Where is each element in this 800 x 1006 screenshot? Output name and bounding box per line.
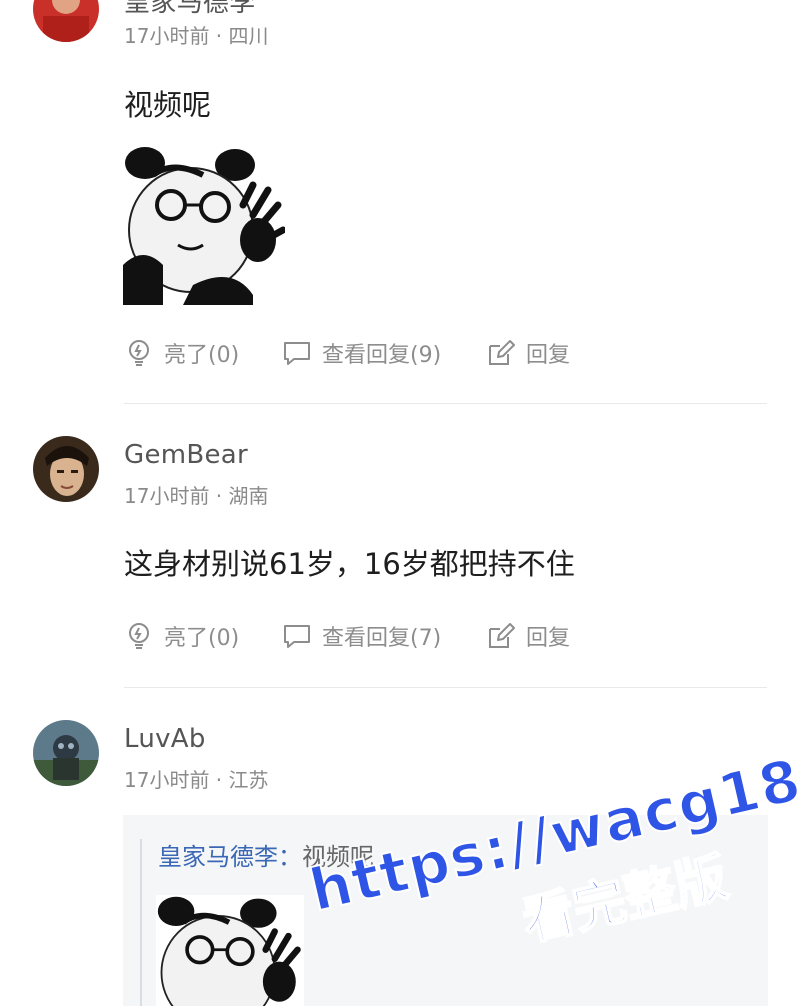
quoted-panda-sticker-image[interactable] [156, 893, 304, 1006]
quote-text: 视频呢 [302, 843, 374, 871]
view-replies-label: 查看回复(7) [322, 626, 442, 651]
comment-actions: 亮了(0) 查看回复(9) 回复 [124, 336, 570, 370]
view-replies-label: 查看回复(9) [322, 343, 442, 368]
quote-line: 皇家马德李：视频呢 [158, 837, 374, 872]
avatar[interactable] [33, 0, 99, 42]
username[interactable]: LuvAb [124, 724, 206, 754]
avatar[interactable] [33, 720, 99, 786]
reply-button[interactable]: 回复 [486, 337, 570, 369]
comment-text: 这身材别说61岁，16岁都把持不住 [124, 547, 575, 581]
lightbulb-icon [129, 623, 149, 649]
quote-author[interactable]: 皇家马德李： [158, 843, 302, 871]
reply-label: 回复 [526, 343, 571, 368]
quote-bar [140, 839, 142, 1006]
edit-icon [489, 340, 515, 365]
lightbulb-icon [129, 340, 149, 366]
reply-label: 回复 [526, 626, 571, 651]
comment-actions: 亮了(0) 查看回复(7) 回复 [124, 619, 570, 653]
avatar[interactable] [33, 436, 99, 502]
comment-text: 视频呢 [124, 88, 212, 122]
like-label: 亮了(0) [164, 626, 240, 651]
divider [124, 687, 767, 688]
username[interactable]: GemBear [124, 440, 248, 470]
divider [124, 403, 767, 404]
panda-sticker-image[interactable] [123, 145, 287, 305]
comment-meta: 17小时前 · 江苏 [124, 768, 269, 792]
like-label: 亮了(0) [164, 343, 240, 368]
speech-bubble-icon [284, 625, 310, 648]
comment-meta: 17小时前 · 湖南 [124, 484, 269, 508]
quoted-reply[interactable]: 皇家马德李：视频呢 [123, 815, 768, 1006]
edit-icon [489, 623, 515, 648]
speech-bubble-icon [284, 342, 310, 365]
view-replies-button[interactable]: 查看回复(7) [282, 620, 486, 652]
comment-meta: 17小时前 · 四川 [124, 24, 269, 48]
like-button[interactable]: 亮了(0) [124, 620, 282, 652]
reply-button[interactable]: 回复 [486, 620, 570, 652]
view-replies-button[interactable]: 查看回复(9) [282, 337, 486, 369]
username[interactable]: 皇家马德李 [124, 0, 256, 19]
like-button[interactable]: 亮了(0) [124, 337, 282, 369]
